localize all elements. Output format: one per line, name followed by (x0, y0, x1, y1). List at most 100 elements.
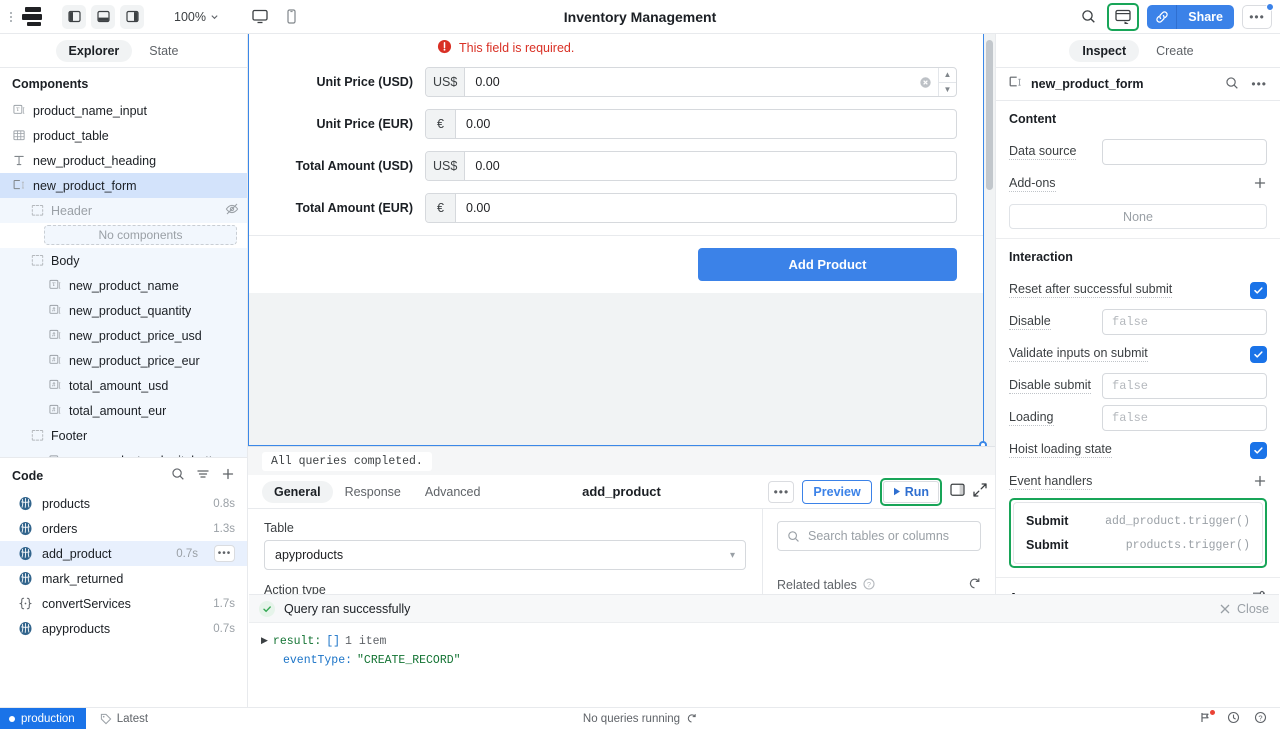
desktop-view-button[interactable] (249, 6, 271, 28)
tab-response[interactable]: Response (333, 481, 413, 503)
field-input[interactable]: 0.00 (465, 68, 919, 96)
share-button[interactable]: Share (1177, 4, 1234, 29)
tree-item-product-table[interactable]: product_table (0, 123, 247, 148)
code-search-icon[interactable] (171, 467, 185, 484)
close-result-button[interactable]: Close (1219, 602, 1269, 616)
inspector-search-icon[interactable] (1225, 76, 1239, 93)
tab-advanced[interactable]: Advanced (413, 481, 493, 503)
left-sidebar: Explorer State Components Tproduct_name_… (0, 34, 248, 707)
result-line-1[interactable]: ▶ result: [] 1 item (261, 632, 1267, 651)
data-source-input[interactable] (1102, 139, 1267, 165)
tree-item-header[interactable]: Header (0, 198, 247, 223)
tab-create[interactable]: Create (1143, 40, 1207, 62)
tab-explorer[interactable]: Explorer (55, 39, 133, 62)
tree-item-new-product-price-usd[interactable]: # new_product_price_usd (0, 323, 247, 348)
code-add-icon[interactable] (221, 467, 235, 484)
code-filter-icon[interactable] (196, 467, 210, 484)
preview-app-button[interactable] (1112, 6, 1134, 28)
tree-item-new-product-price-eur[interactable]: # new_product_price_eur (0, 348, 247, 373)
postgres-icon (18, 496, 33, 511)
add-addon-icon[interactable] (1253, 176, 1267, 193)
zoom-level-select[interactable]: 100% (168, 8, 225, 26)
tree-item-new-product-heading[interactable]: new_product_heading (0, 148, 247, 173)
preview-query-button[interactable]: Preview (802, 479, 872, 504)
field-stepper[interactable]: ▲ ▼ (938, 68, 956, 96)
tab-general[interactable]: General (262, 480, 333, 503)
tree-item-label: total_amount_eur (69, 403, 167, 418)
event-handler-row[interactable]: Submit products.trigger() (1014, 533, 1262, 557)
svg-text:#: # (52, 407, 56, 413)
query-item-mark_returned[interactable]: mark_returned (0, 566, 247, 591)
eye-off-icon[interactable] (225, 202, 239, 219)
field-control[interactable]: €0.00 (425, 193, 957, 223)
run-query-button[interactable]: Run (882, 480, 939, 503)
table-select[interactable]: apyproducts ▾ (264, 540, 746, 570)
postgres-icon (18, 571, 33, 586)
tree-item-total-amount-eur[interactable]: # total_amount_eur (0, 398, 247, 423)
tree-item-total-amount-usd[interactable]: # total_amount_usd (0, 373, 247, 398)
resize-handle[interactable] (979, 441, 987, 446)
add-event-handler-icon[interactable] (1253, 474, 1267, 491)
input-loading[interactable]: false (1102, 405, 1267, 431)
drag-handle-icon[interactable] (6, 11, 16, 22)
inspector-more-icon[interactable]: ••• (1251, 78, 1267, 90)
query-item-apyproducts[interactable]: apyproducts 0.7s (0, 616, 247, 641)
tree-item-new-product-name[interactable]: Tnew_product_name (0, 273, 247, 298)
add-product-button[interactable]: Add Product (698, 248, 957, 281)
query-item-products[interactable]: products 0.8s (0, 491, 247, 516)
schema-search-box[interactable]: Search tables or columns (777, 521, 981, 551)
field-prefix: US$ (426, 68, 466, 96)
expand-query-panel-button[interactable] (973, 483, 987, 500)
tree-item-new-product-form[interactable]: new_product_form (0, 173, 247, 198)
field-control[interactable]: US$ 0.00 (425, 151, 957, 181)
stepper-up-icon[interactable]: ▲ (939, 68, 956, 83)
query-item-convertservices[interactable]: convertServices 1.7s (0, 591, 247, 616)
mobile-view-button[interactable] (281, 6, 303, 28)
field-control[interactable]: US$ 0.00 ▲ ▼ (425, 67, 957, 97)
input-disable-submit[interactable]: false (1102, 373, 1267, 399)
query-status-banner: All queries completed. (248, 447, 995, 475)
query-item-orders[interactable]: orders 1.3s (0, 516, 247, 541)
event-handler-row[interactable]: Submit add_product.trigger() (1014, 509, 1262, 533)
query-result-status: Query ran successfully (284, 601, 411, 616)
more-options-button[interactable]: ••• (1242, 2, 1274, 29)
toggle-right-panel-button[interactable] (120, 4, 144, 29)
tab-state[interactable]: State (136, 40, 191, 62)
toggle-left-panel-button[interactable] (62, 4, 86, 29)
stepper-down-icon[interactable]: ▼ (939, 83, 956, 97)
checkbox-validate-inputs-on-submit[interactable] (1250, 345, 1267, 363)
expand-triangle-icon[interactable]: ▶ (261, 632, 268, 651)
debug-icon[interactable] (1200, 709, 1215, 727)
field-input[interactable]: 0.00 (456, 110, 956, 138)
query-item-more-button[interactable]: ••• (214, 545, 235, 562)
preview-app-button-highlight (1107, 2, 1140, 31)
query-item-add_product[interactable]: add_product 0.7s ••• (0, 541, 247, 566)
checkbox-hoist-loading-state[interactable] (1250, 441, 1267, 459)
copy-link-button[interactable] (1147, 4, 1178, 29)
svg-text:#: # (52, 332, 56, 338)
checkbox-reset-after-successful-submit[interactable] (1250, 281, 1267, 299)
tree-item-footer[interactable]: Footer (0, 423, 247, 448)
history-icon[interactable] (1227, 711, 1240, 727)
field-input[interactable]: 0.00 (456, 194, 956, 222)
search-icon[interactable] (1077, 6, 1099, 28)
help-icon[interactable]: ? (863, 577, 875, 593)
toggle-bottom-panel-button[interactable] (91, 4, 115, 29)
tree-item-new-product-submit-button[interactable]: new_product_submit_button (0, 448, 247, 457)
field-control[interactable]: €0.00 (425, 109, 957, 139)
app-logo-icon[interactable] (22, 7, 44, 27)
refresh-icon[interactable] (968, 577, 981, 593)
clear-field-icon[interactable] (919, 68, 938, 96)
addons-none-value[interactable]: None (1009, 204, 1267, 229)
query-more-button[interactable]: ••• (768, 480, 795, 503)
tree-item-body[interactable]: Body (0, 248, 247, 273)
input-disable[interactable]: false (1102, 309, 1267, 335)
canvas-scrollbar[interactable] (986, 40, 993, 190)
tab-inspect[interactable]: Inspect (1069, 39, 1140, 62)
field-input[interactable]: 0.00 (465, 152, 956, 180)
tree-item-new-product-quantity[interactable]: # new_product_quantity (0, 298, 247, 323)
tree-item-product-name-input[interactable]: Tproduct_name_input (0, 98, 247, 123)
toggle-query-panel-button[interactable] (950, 483, 965, 500)
success-check-icon (259, 600, 275, 617)
help-icon[interactable]: ? (1254, 711, 1267, 727)
